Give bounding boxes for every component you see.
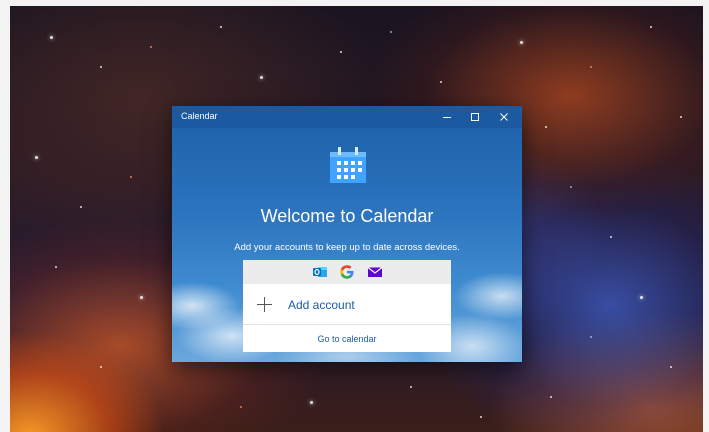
star [640,296,643,299]
star [545,126,547,128]
add-account-label: Add account [288,298,355,312]
maximize-icon [471,113,479,121]
star [650,26,652,28]
outlook-icon [313,267,327,277]
star [260,76,263,79]
yahoo-mail-icon [367,267,383,277]
calendar-window: Calendar Welcome to Calendar Add your ac… [172,106,522,362]
star [410,386,412,388]
welcome-heading: Welcome to Calendar [260,206,434,226]
star [590,66,592,68]
star [550,396,552,398]
screen: Calendar Welcome to Calendar Add your ac… [0,0,709,432]
star [610,236,612,238]
star [340,51,342,53]
star [590,336,592,338]
welcome-subtitle: Add your accounts to keep up to date acr… [234,242,460,253]
account-panel: Add account Go to calendar [243,260,451,352]
star [130,176,132,178]
star [440,81,442,83]
add-account-button[interactable]: Add account [243,284,451,325]
star [50,36,53,39]
star [310,401,313,404]
minimize-button[interactable] [432,106,462,128]
go-to-calendar-link[interactable]: Go to calendar [243,326,451,352]
star [100,66,102,68]
star [670,366,672,368]
star [80,206,82,208]
star [100,366,102,368]
calendar-icon [330,147,366,183]
window-title: Calendar [181,111,218,121]
title-bar[interactable]: Calendar [172,106,522,128]
google-icon [340,265,354,279]
star [680,116,682,118]
star [140,296,143,299]
plus-icon [257,297,272,312]
close-button[interactable] [489,106,519,128]
provider-bar [243,260,451,284]
star [570,186,572,188]
maximize-button[interactable] [460,106,490,128]
star [520,41,523,44]
star [55,266,57,268]
star [150,46,152,48]
star [220,26,222,28]
star [35,156,38,159]
close-icon [500,113,508,121]
star [390,31,392,33]
star [480,416,482,418]
star [240,406,242,408]
minimize-icon [443,117,451,118]
